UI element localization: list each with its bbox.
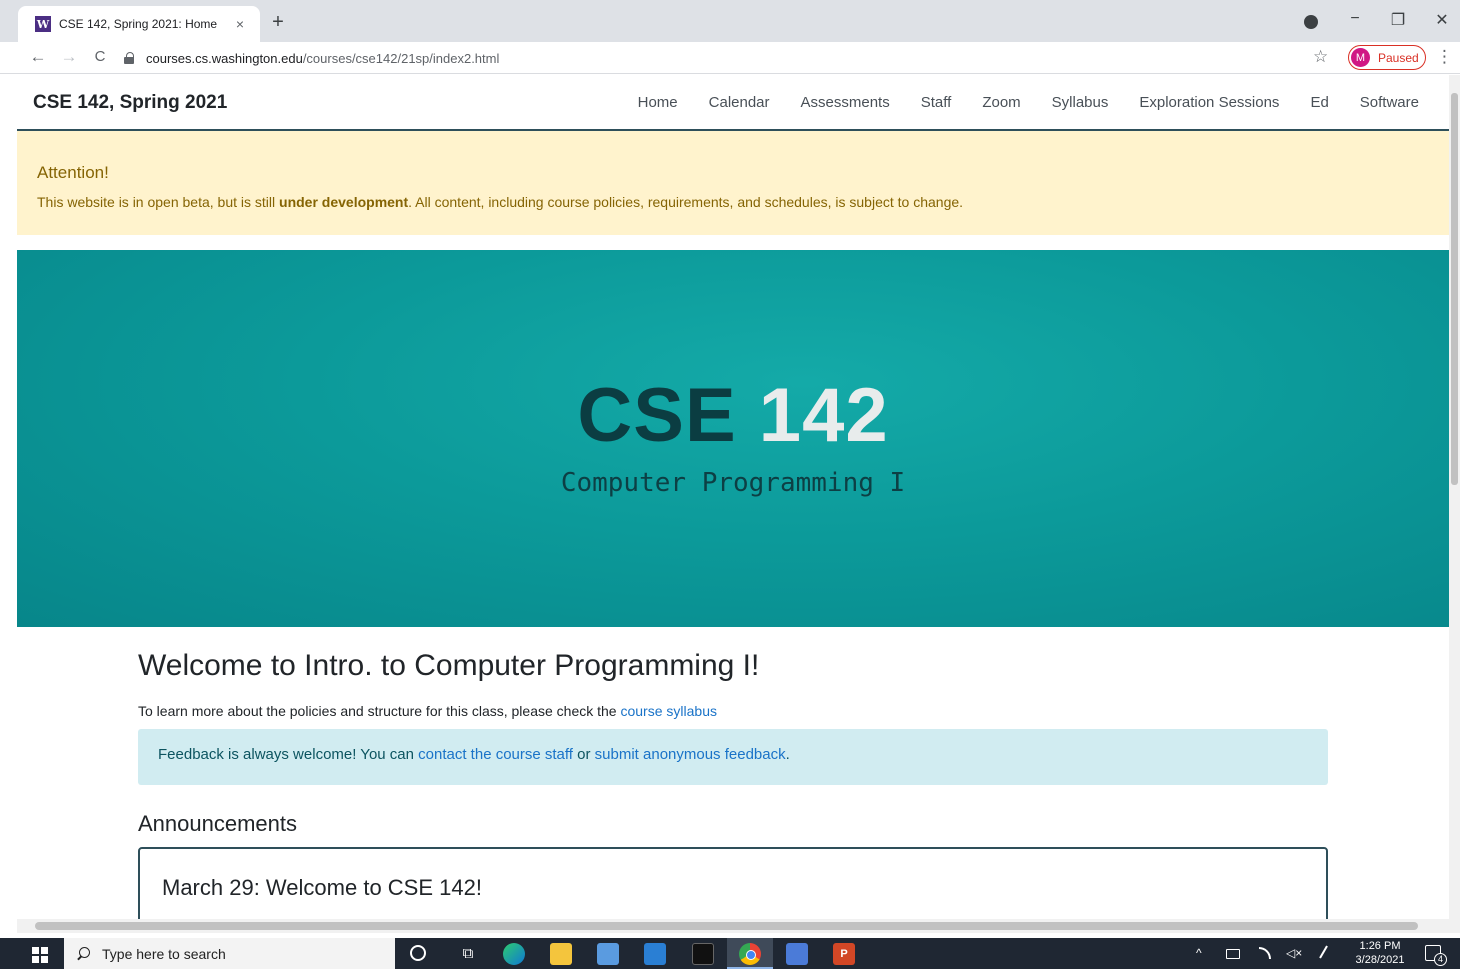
main-content: Welcome to Intro. to Computer Programmin…	[138, 649, 1328, 919]
search-placeholder: Type here to search	[102, 945, 226, 962]
restore-button[interactable]: ❐	[1386, 10, 1410, 30]
close-window-button[interactable]: ✕	[1430, 10, 1454, 30]
nav-software[interactable]: Software	[1360, 94, 1419, 111]
vertical-scroll-thumb[interactable]	[1451, 93, 1458, 485]
volume-icon[interactable]: ◁×	[1286, 946, 1302, 960]
browser-toolbar: ← → C courses.cs.washington.edu/courses/…	[0, 42, 1460, 74]
clock-time: 1:26 PM	[1359, 940, 1401, 952]
site-nav-links: Home Calendar Assessments Staff Zoom Syl…	[607, 94, 1419, 111]
nav-zoom[interactable]: Zoom	[982, 94, 1020, 111]
wifi-icon[interactable]	[1259, 947, 1271, 959]
pen-icon[interactable]	[1319, 945, 1335, 963]
contact-staff-link[interactable]: contact the course staff	[418, 746, 573, 763]
store-icon[interactable]	[597, 943, 619, 965]
attention-alert: Attention! This website is in open beta,…	[17, 131, 1449, 235]
nav-exploration-sessions[interactable]: Exploration Sessions	[1139, 94, 1279, 111]
nav-syllabus[interactable]: Syllabus	[1052, 94, 1109, 111]
windows-taskbar: Type here to search ⧉ P ^ ◁× 1:26 PM 3/2…	[0, 938, 1460, 969]
avatar: M	[1351, 48, 1370, 67]
site-brand[interactable]: CSE 142, Spring 2021	[33, 92, 227, 114]
browser-menu-icon[interactable]: ⋮	[1436, 47, 1453, 67]
nav-home[interactable]: Home	[638, 94, 678, 111]
lock-icon[interactable]	[124, 52, 134, 64]
attention-text: This website is in open beta, but is sti…	[37, 194, 964, 210]
cortana-icon[interactable]	[410, 945, 426, 961]
back-button[interactable]: ←	[27, 47, 49, 67]
bookmark-star-icon[interactable]: ☆	[1313, 47, 1328, 67]
anonymous-feedback-link[interactable]: submit anonymous feedback	[595, 746, 786, 763]
browser-tab-strip: W CSE 142, Spring 2021: Home × + − ❐ ✕	[0, 0, 1460, 42]
tab-search-icon[interactable]	[1304, 15, 1318, 29]
file-explorer-icon[interactable]	[550, 943, 572, 965]
horizontal-scrollbar[interactable]	[17, 919, 1460, 933]
battery-icon[interactable]	[1226, 949, 1240, 959]
horizontal-scroll-thumb[interactable]	[35, 922, 1418, 930]
announcement-title: March 29: Welcome to CSE 142!	[162, 875, 482, 900]
profile-paused-button[interactable]: M Paused	[1348, 45, 1426, 70]
tab-title: CSE 142, Spring 2021: Home	[59, 17, 218, 31]
site-navbar: CSE 142, Spring 2021 Home Calendar Asses…	[17, 75, 1449, 131]
taskbar-search-input[interactable]: Type here to search	[64, 938, 395, 969]
powerpoint-icon[interactable]: P	[833, 943, 855, 965]
vertical-scrollbar[interactable]	[1449, 75, 1460, 919]
hero-title: CSE 142	[577, 373, 889, 458]
snip-icon[interactable]	[786, 943, 808, 965]
hero-banner: CSE 142 Computer Programming I	[17, 250, 1449, 627]
nav-ed[interactable]: Ed	[1310, 94, 1328, 111]
browser-tab-active[interactable]: W CSE 142, Spring 2021: Home ×	[18, 6, 260, 42]
chrome-icon[interactable]	[739, 943, 761, 965]
new-tab-button[interactable]: +	[268, 12, 288, 32]
course-syllabus-link[interactable]: course syllabus	[620, 703, 717, 719]
uw-favicon-icon: W	[35, 16, 51, 32]
announcements-heading: Announcements	[138, 811, 297, 836]
feedback-alert: Feedback is always welcome! You can cont…	[138, 729, 1328, 785]
nav-assessments[interactable]: Assessments	[801, 94, 890, 111]
intro-text: To learn more about the policies and str…	[138, 703, 717, 719]
edge-icon[interactable]	[503, 943, 525, 965]
mail-icon[interactable]	[644, 943, 666, 965]
notification-count-badge: 4	[1434, 953, 1447, 966]
tab-close-icon[interactable]: ×	[230, 16, 250, 32]
search-icon	[76, 946, 90, 961]
url-host: courses.cs.washington.edu	[146, 50, 303, 66]
attention-heading: Attention!	[37, 163, 109, 182]
terminal-icon[interactable]	[692, 943, 714, 965]
attention-emphasis: under development	[279, 194, 409, 210]
nav-calendar[interactable]: Calendar	[709, 94, 770, 111]
forward-button[interactable]: →	[58, 47, 80, 67]
tray-chevron-icon[interactable]: ^	[1196, 946, 1202, 960]
profile-status: Paused	[1378, 50, 1419, 65]
announcement-card: March 29: Welcome to CSE 142!	[138, 847, 1328, 919]
taskbar-clock[interactable]: 1:26 PM 3/28/2021	[1352, 939, 1408, 967]
minimize-button[interactable]: −	[1343, 10, 1367, 28]
nav-staff[interactable]: Staff	[921, 94, 952, 111]
welcome-title: Welcome to Intro. to Computer Programmin…	[138, 649, 760, 682]
task-view-icon[interactable]: ⧉	[457, 943, 479, 965]
hero-subtitle: Computer Programming I	[560, 468, 906, 498]
address-bar[interactable]: courses.cs.washington.edu/courses/cse142…	[124, 46, 1334, 70]
url-path: /courses/cse142/21sp/index2.html	[302, 50, 500, 66]
page-viewport: CSE 142, Spring 2021 Home Calendar Asses…	[17, 75, 1449, 919]
clock-date: 3/28/2021	[1355, 954, 1405, 966]
windows-start-icon[interactable]	[32, 947, 48, 963]
reload-button[interactable]: C	[89, 47, 111, 67]
left-gutter	[0, 75, 17, 933]
